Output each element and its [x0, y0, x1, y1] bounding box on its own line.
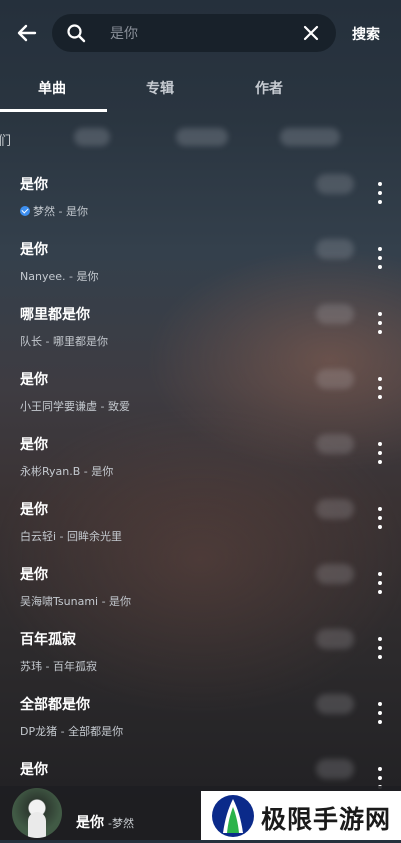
- filter-label-fragment: 们: [0, 134, 12, 149]
- filter-chip[interactable]: [176, 128, 228, 146]
- song-subtitle: DP龙猪 - 全部都是你: [20, 725, 124, 738]
- song-subtitle: 永彬Ryan.B - 是你: [20, 465, 114, 478]
- song-subtitle: 小王同学要谦虚 - 致爱: [20, 400, 130, 413]
- watermark: 极限手游网: [201, 791, 401, 840]
- song-title: 全部都是你: [20, 697, 90, 713]
- song-subtitle: 吴海啸Tsunami - 是你: [20, 595, 132, 608]
- song-subtitle: Nanyee. - 是你: [20, 270, 99, 283]
- row-tag: [316, 694, 354, 714]
- song-row[interactable]: 是你 吴海啸Tsunami - 是你: [0, 550, 401, 615]
- song-title: 是你: [20, 372, 48, 388]
- song-row[interactable]: 是你 白云轻i - 回眸余光里: [0, 485, 401, 550]
- row-tag: [316, 239, 354, 259]
- row-tag: [316, 174, 354, 194]
- tab-artists[interactable]: 作者: [255, 78, 283, 98]
- row-tag: [316, 434, 354, 454]
- song-title: 哪里都是你: [20, 307, 90, 323]
- verified-icon: [20, 206, 30, 216]
- song-row[interactable]: 百年孤寂 苏玮 - 百年孤寂: [0, 615, 401, 680]
- active-tab-indicator: [0, 109, 107, 112]
- tab-bar: 单曲 专辑 作者: [0, 66, 401, 112]
- row-tag: [316, 759, 354, 779]
- clear-icon[interactable]: [302, 24, 320, 42]
- tab-songs[interactable]: 单曲: [38, 78, 66, 98]
- row-tag: [316, 369, 354, 389]
- search-icon: [66, 23, 86, 43]
- song-row[interactable]: 是你 小王同学要谦虚 - 致爱: [0, 355, 401, 420]
- filter-chip[interactable]: [280, 128, 340, 146]
- song-row[interactable]: 是你 梦然 - 是你: [0, 160, 401, 225]
- song-title: 是你: [20, 437, 48, 453]
- song-row[interactable]: 全部都是你 DP龙猪 - 全部都是你: [0, 680, 401, 745]
- watermark-text: 极限手游网: [261, 805, 392, 834]
- player-artist: -梦然: [108, 817, 134, 830]
- more-vertical-icon[interactable]: [372, 702, 388, 724]
- filter-chip[interactable]: [74, 128, 110, 146]
- player-song-title: 是你: [76, 815, 104, 831]
- filter-row: 们: [0, 118, 401, 154]
- song-row[interactable]: 是你 永彬Ryan.B - 是你: [0, 420, 401, 485]
- row-tag: [316, 629, 354, 649]
- song-subtitle: 白云轻i - 回眸余光里: [20, 530, 123, 543]
- song-title: 是你: [20, 762, 48, 778]
- more-vertical-icon[interactable]: [372, 572, 388, 594]
- header: 搜索: [0, 0, 401, 66]
- song-subtitle: 队长 - 哪里都是你: [20, 335, 108, 348]
- more-vertical-icon[interactable]: [372, 442, 388, 464]
- song-title: 是你: [20, 177, 48, 193]
- more-vertical-icon[interactable]: [372, 507, 388, 529]
- watermark-logo-icon: [210, 793, 256, 839]
- song-subtitle: 梦然 - 是你: [20, 203, 88, 219]
- more-vertical-icon[interactable]: [372, 182, 388, 204]
- song-subtitle-text: 梦然 - 是你: [33, 205, 88, 218]
- song-title: 是你: [20, 502, 48, 518]
- more-vertical-icon[interactable]: [372, 377, 388, 399]
- song-title: 是你: [20, 567, 48, 583]
- back-arrow-icon[interactable]: [14, 20, 40, 46]
- tab-albums[interactable]: 专辑: [146, 78, 174, 98]
- row-tag: [316, 304, 354, 324]
- more-vertical-icon[interactable]: [372, 312, 388, 334]
- song-title: 是你: [20, 242, 48, 258]
- row-tag: [316, 499, 354, 519]
- song-subtitle: 苏玮 - 百年孤寂: [20, 660, 97, 673]
- song-title: 百年孤寂: [20, 632, 76, 648]
- album-cover[interactable]: [12, 788, 62, 838]
- search-box[interactable]: [52, 14, 336, 52]
- search-input[interactable]: [108, 22, 292, 46]
- more-vertical-icon[interactable]: [372, 247, 388, 269]
- song-row[interactable]: 是你 Nanyee. - 是你: [0, 225, 401, 290]
- search-button[interactable]: 搜索: [352, 24, 380, 44]
- song-row[interactable]: 哪里都是你 队长 - 哪里都是你: [0, 290, 401, 355]
- more-vertical-icon[interactable]: [372, 637, 388, 659]
- row-tag: [316, 564, 354, 584]
